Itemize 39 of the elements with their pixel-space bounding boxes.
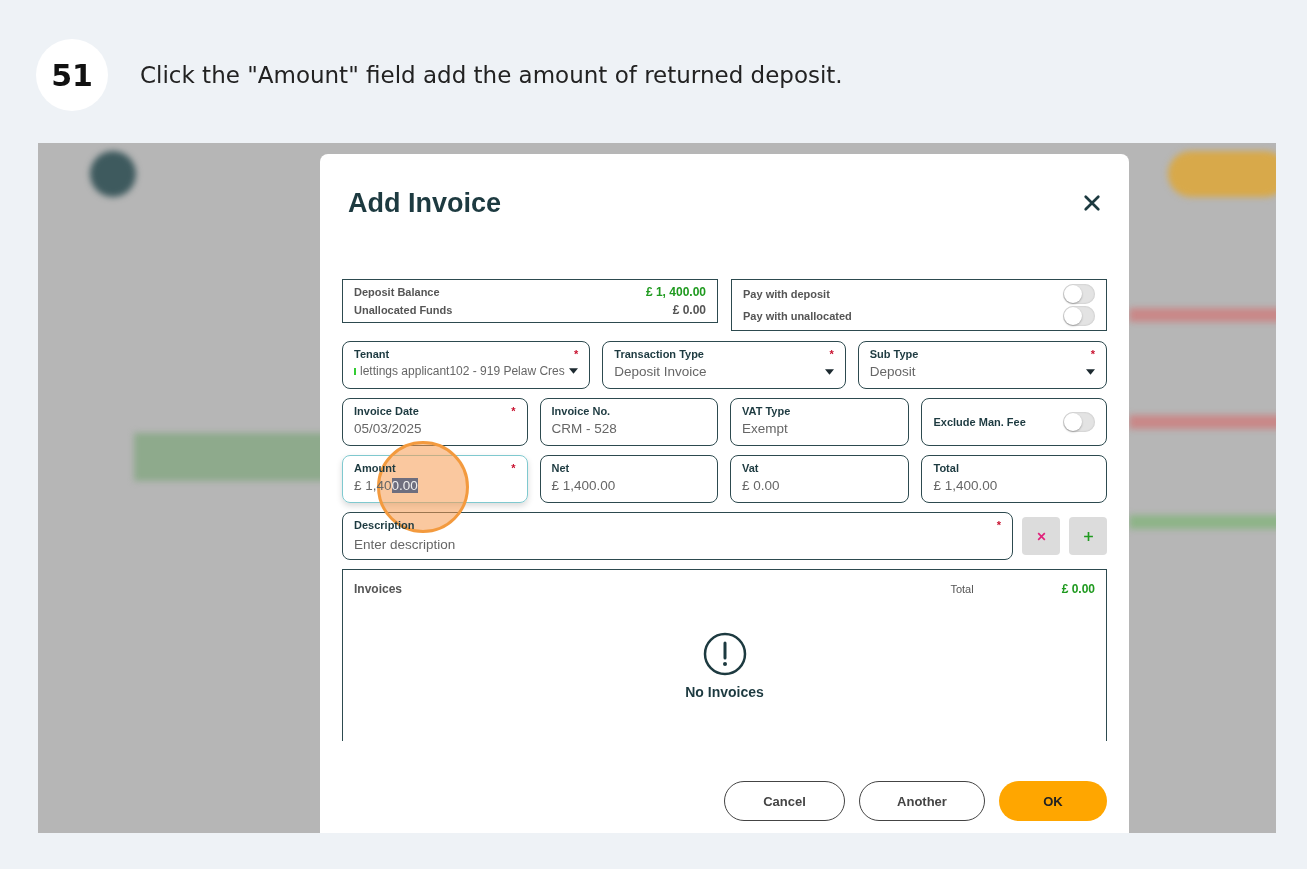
caret-icon xyxy=(1086,368,1095,375)
exclamation-icon xyxy=(702,632,747,676)
clear-button[interactable] xyxy=(1022,517,1060,555)
toggle-switch[interactable] xyxy=(1063,412,1095,432)
balance-value: £ 1, 400.00 xyxy=(645,285,706,299)
dialog-title: Add Invoice xyxy=(348,187,502,219)
caret-icon xyxy=(824,368,834,375)
ok-button[interactable]: OK xyxy=(999,781,1107,821)
step-instruction: Click the "Amount" field add the amount of returned deposit. xyxy=(140,62,843,88)
input-field[interactable]: Vat £ 0.00 xyxy=(730,455,910,503)
input-field[interactable]: VAT Type Exempt xyxy=(730,398,910,446)
close-icon[interactable] xyxy=(1083,194,1101,212)
input-field[interactable]: Net £ 1,400.00 xyxy=(539,455,718,503)
close-icon xyxy=(1035,530,1047,542)
empty-message: No Invoices xyxy=(685,684,764,700)
input-field[interactable]: Invoice No. CRM - 528 xyxy=(539,398,718,446)
description-input[interactable]: Enter description xyxy=(354,537,1001,552)
input-field[interactable]: Total £ 1,400.00 xyxy=(921,455,1107,503)
toggle-label: Pay with unallocated xyxy=(743,310,852,322)
dialog-button[interactable]: Another xyxy=(859,781,985,821)
balance-label: Unallocated Funds xyxy=(354,304,453,316)
invoices-heading: Invoices xyxy=(354,582,404,596)
select-field[interactable]: Sub Type * Deposit xyxy=(857,341,1107,389)
toggle-label: Exclude Man. Fee xyxy=(933,416,1026,428)
select-field[interactable]: Transaction Type * Deposit Invoice xyxy=(602,341,846,389)
total-value: £ 0.00 xyxy=(1061,582,1095,596)
select-field[interactable]: Tenant * lettings applicant102 - 919 Pelaw Cres xyxy=(342,341,591,389)
balance-value: £ 0.00 xyxy=(672,303,706,317)
toggle-label: Pay with deposit xyxy=(743,288,830,300)
caret-icon xyxy=(569,368,579,374)
toggle-switch[interactable] xyxy=(1063,306,1095,326)
toggle-switch[interactable] xyxy=(1063,284,1095,304)
dialog-button[interactable]: Cancel xyxy=(724,781,845,821)
add-button[interactable] xyxy=(1069,517,1107,555)
plus-icon xyxy=(1082,530,1094,542)
step-number: 51 xyxy=(36,39,108,111)
input-field[interactable]: Invoice Date * 05/03/2025 xyxy=(342,398,528,446)
total-label: Total xyxy=(950,583,974,595)
balance-label: Deposit Balance xyxy=(354,286,440,298)
